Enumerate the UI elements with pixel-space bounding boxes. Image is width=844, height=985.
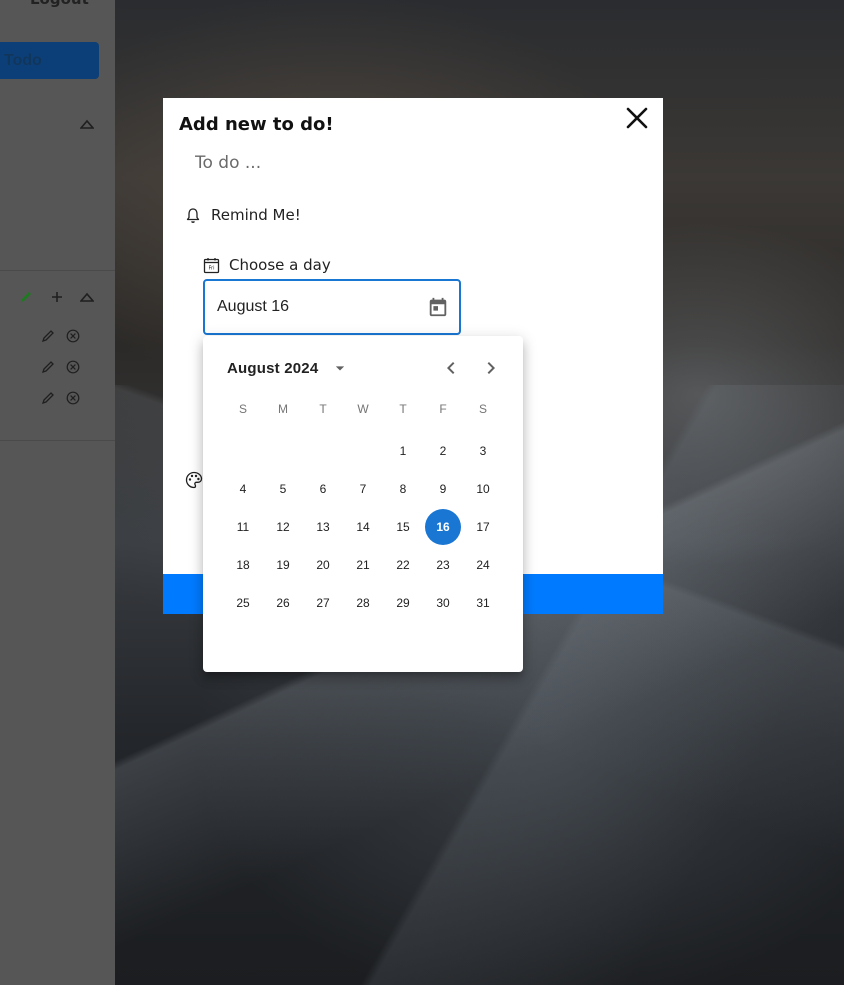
calendar-day-selected[interactable]: 16 — [425, 509, 461, 545]
calendar-day[interactable]: 26 — [265, 585, 301, 621]
calendar-day[interactable]: 4 — [225, 471, 261, 507]
calendar-day[interactable]: 1 — [385, 433, 421, 469]
calendar-day[interactable]: 27 — [305, 585, 341, 621]
calendar-day[interactable]: 25 — [225, 585, 261, 621]
calendar-day[interactable]: 5 — [265, 471, 301, 507]
logout-link[interactable]: Logout — [30, 0, 89, 8]
calendar-day[interactable]: 24 — [465, 547, 501, 583]
weekday-label: S — [238, 402, 247, 416]
weekday-label: W — [357, 402, 369, 416]
calendar-month-label[interactable]: August 2024 — [227, 360, 318, 377]
calendar-day[interactable]: 10 — [465, 471, 501, 507]
calendar-header: August 2024 — [227, 358, 350, 378]
calendar-week-row: 4 5 6 7 8 9 10 — [223, 470, 503, 508]
calendar-day[interactable]: 29 — [385, 585, 421, 621]
choose-day-label-row: Fri Choose a day — [203, 256, 331, 274]
calendar-grid: 1 2 3 4 5 6 7 8 9 10 11 12 13 14 15 16 17 18 19 20 21 22 23 24 2… — [223, 432, 503, 622]
weekday-label: M — [278, 402, 288, 416]
sidebar: Logout Todo — [0, 0, 115, 985]
calendar-week-row: 11 12 13 14 15 16 17 — [223, 508, 503, 546]
calendar-day[interactable]: 13 — [305, 509, 341, 545]
date-value: August 16 — [217, 298, 290, 315]
calendar-empty-cell — [225, 433, 261, 469]
palette-icon[interactable] — [185, 471, 203, 489]
calendar-day[interactable]: 8 — [385, 471, 421, 507]
dropdown-arrow-icon[interactable] — [330, 358, 350, 378]
weekday-header: S M T W T F S — [223, 402, 503, 416]
calendar-empty-cell — [345, 433, 381, 469]
calendar-day[interactable]: 31 — [465, 585, 501, 621]
delete-icon[interactable] — [66, 391, 80, 405]
weekday-label: F — [439, 402, 447, 416]
choose-day-label: Choose a day — [229, 256, 331, 274]
calendar-day-icon: Fri — [203, 257, 220, 273]
calendar-day[interactable]: 28 — [345, 585, 381, 621]
calendar-day[interactable]: 11 — [225, 509, 261, 545]
remind-me-label: Remind Me! — [211, 206, 301, 224]
modal-title: Add new to do! — [179, 114, 334, 135]
calendar-empty-cell — [265, 433, 301, 469]
calendar-day[interactable]: 21 — [345, 547, 381, 583]
calendar-empty-cell — [305, 433, 341, 469]
calendar-week-row: 25 26 27 28 29 30 31 — [223, 584, 503, 622]
collapse-icon[interactable] — [80, 119, 94, 129]
todo-input[interactable] — [183, 148, 623, 178]
date-field[interactable]: August 16 — [203, 279, 461, 335]
calendar-day[interactable]: 15 — [385, 509, 421, 545]
calendar-day[interactable]: 12 — [265, 509, 301, 545]
pencil-icon[interactable] — [41, 329, 55, 343]
calendar-day[interactable]: 7 — [345, 471, 381, 507]
delete-icon[interactable] — [66, 360, 80, 374]
calendar-day-icon-text: Fri — [209, 265, 215, 271]
date-picker-popover: August 2024 S M T W T F S 1 2 3 4 5 6 7 8 9 10 11 1… — [203, 336, 523, 672]
calendar-day[interactable]: 22 — [385, 547, 421, 583]
calendar-day[interactable]: 23 — [425, 547, 461, 583]
calendar-icon[interactable] — [427, 296, 449, 318]
calendar-day[interactable]: 17 — [465, 509, 501, 545]
weekday-label: S — [478, 402, 487, 416]
calendar-day[interactable]: 3 — [465, 433, 501, 469]
pencil-icon[interactable] — [41, 391, 55, 405]
calendar-day[interactable]: 14 — [345, 509, 381, 545]
calendar-day[interactable]: 19 — [265, 547, 301, 583]
add-todo-label: Todo — [4, 51, 42, 69]
calendar-day[interactable]: 30 — [425, 585, 461, 621]
remind-me-toggle[interactable]: Remind Me! — [185, 206, 301, 224]
calendar-day[interactable]: 18 — [225, 547, 261, 583]
calendar-day[interactable]: 20 — [305, 547, 341, 583]
calendar-day[interactable]: 6 — [305, 471, 341, 507]
collapse-icon[interactable] — [80, 292, 94, 302]
calendar-week-row: 123 — [223, 432, 503, 470]
bell-icon — [186, 207, 200, 223]
close-icon[interactable] — [625, 106, 649, 130]
add-icon[interactable] — [50, 290, 64, 304]
add-todo-button[interactable]: Todo — [0, 42, 99, 79]
pencil-icon[interactable] — [41, 360, 55, 374]
calendar-week-row: 18 19 20 21 22 23 24 — [223, 546, 503, 584]
next-month-icon[interactable] — [479, 356, 503, 380]
previous-month-icon[interactable] — [439, 356, 463, 380]
calendar-day[interactable]: 2 — [425, 433, 461, 469]
edit-icon[interactable] — [19, 290, 33, 304]
sidebar-divider — [0, 270, 115, 271]
weekday-label: T — [319, 402, 327, 416]
calendar-day[interactable]: 9 — [425, 471, 461, 507]
delete-icon[interactable] — [66, 329, 80, 343]
sidebar-divider — [0, 440, 115, 441]
weekday-label: T — [399, 402, 407, 416]
